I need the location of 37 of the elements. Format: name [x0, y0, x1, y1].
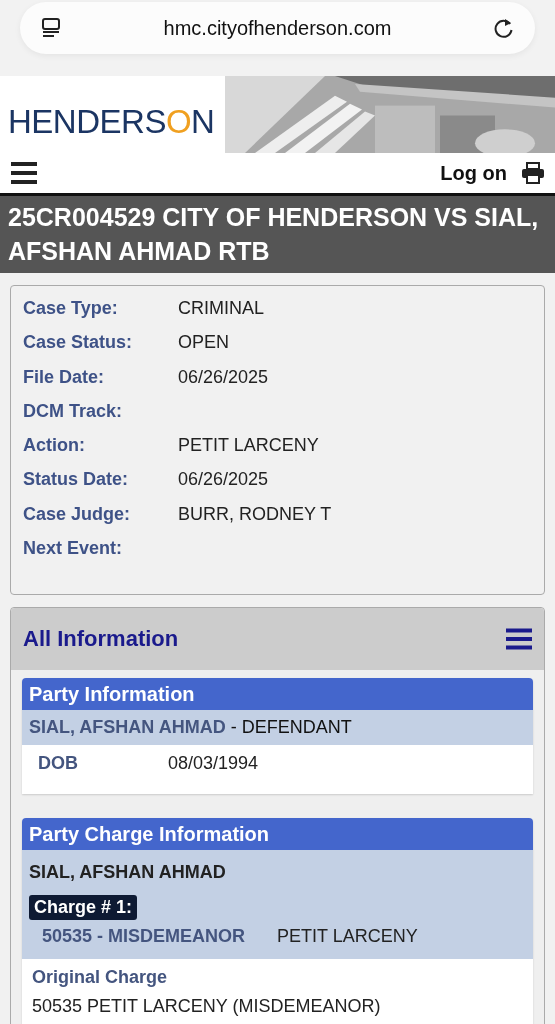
menu-icon[interactable] [10, 161, 38, 185]
field-label: Original Charge [32, 967, 169, 988]
charge-label: Charge # 1: [29, 895, 138, 920]
log-on-link[interactable]: Log on [440, 161, 507, 185]
field-label: Case Judge: [23, 503, 132, 525]
address-bar[interactable]: hmc.cityofhenderson.com [20, 2, 535, 54]
charge-description: PETIT LARCENY [277, 926, 418, 947]
field-value: 06/26/2025 [178, 366, 269, 388]
party-name: SIAL, AFSHAN AHMAD [29, 862, 227, 883]
field-value: CRIMINAL [178, 298, 264, 319]
field-value: BURR, RODNEY T [178, 503, 332, 525]
field-label: Case Status: [23, 332, 134, 354]
logo: HENDERSON [7, 101, 215, 141]
party-role: - DEFENDANT [230, 717, 352, 737]
field-value: 06/26/2025 [178, 469, 269, 491]
field-label: Action: [23, 435, 86, 457]
field-value: 50535 PETIT LARCENY (MISDEMEANOR) [32, 996, 382, 1017]
menu-icon[interactable] [506, 628, 532, 650]
panel-title: All Information [23, 626, 179, 652]
field-value: PETIT LARCENY [178, 435, 319, 457]
field-label: DCM Track: [23, 400, 124, 422]
case-title: 25CR004529 CITY OF HENDERSON VS SIAL, AFSHAN AHMAD RTB [0, 196, 555, 273]
field-label: Status Date: [23, 469, 130, 491]
reload-icon[interactable] [493, 17, 515, 39]
field-label: Next Event: [23, 538, 124, 560]
field-value: OPEN [178, 332, 229, 354]
charge-code: 50535 - MISDEMEANOR [42, 926, 246, 947]
print-icon[interactable] [521, 162, 545, 184]
page-menu-icon[interactable] [40, 17, 62, 39]
url-text: hmc.cityofhenderson.com [163, 16, 392, 40]
field-label: Case Type: [23, 298, 119, 319]
field-value: 08/03/1994 [168, 753, 259, 774]
section-header: Party Information [22, 678, 533, 710]
party-name: SIAL, AFSHAN AHMAD [29, 717, 226, 737]
field-label: DOB [38, 753, 79, 774]
field-label: File Date: [23, 366, 106, 388]
section-header: Party Charge Information [22, 818, 533, 850]
